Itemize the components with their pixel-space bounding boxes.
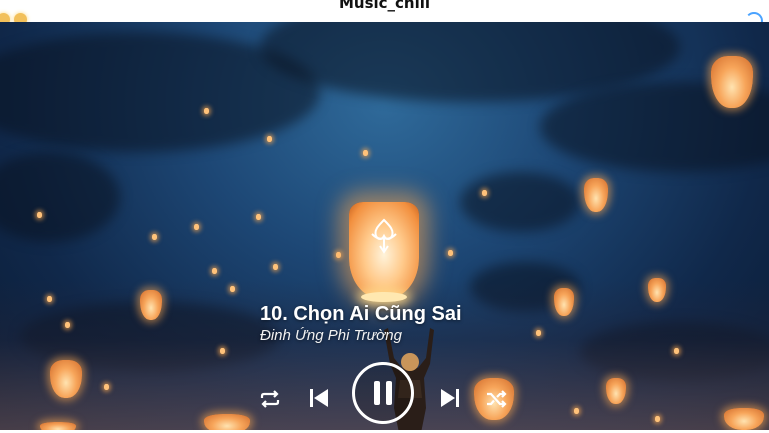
pause-icon: [374, 381, 392, 405]
shuffle-icon: [487, 390, 507, 408]
skip-next-icon: [441, 389, 459, 407]
app-title: Music_chill: [338, 0, 431, 12]
repeat-icon: [260, 390, 280, 408]
lantern: [584, 178, 608, 212]
repeat-button[interactable]: [258, 388, 282, 410]
song-title: 10. Chọn Ai Cũng Sai: [260, 303, 462, 325]
previous-button[interactable]: [305, 384, 333, 412]
skip-previous-icon: [310, 389, 328, 407]
next-button[interactable]: [436, 384, 464, 412]
pause-button[interactable]: [352, 362, 414, 424]
shuffle-button[interactable]: [485, 388, 509, 410]
lantern: [204, 414, 250, 430]
title-bar: Music_chill: [0, 0, 769, 30]
lotus-emblem-icon: [371, 218, 397, 254]
lantern-main: [349, 202, 419, 302]
lantern: [40, 422, 76, 430]
song-artist: Đinh Ứng Phi Trường: [260, 327, 402, 344]
